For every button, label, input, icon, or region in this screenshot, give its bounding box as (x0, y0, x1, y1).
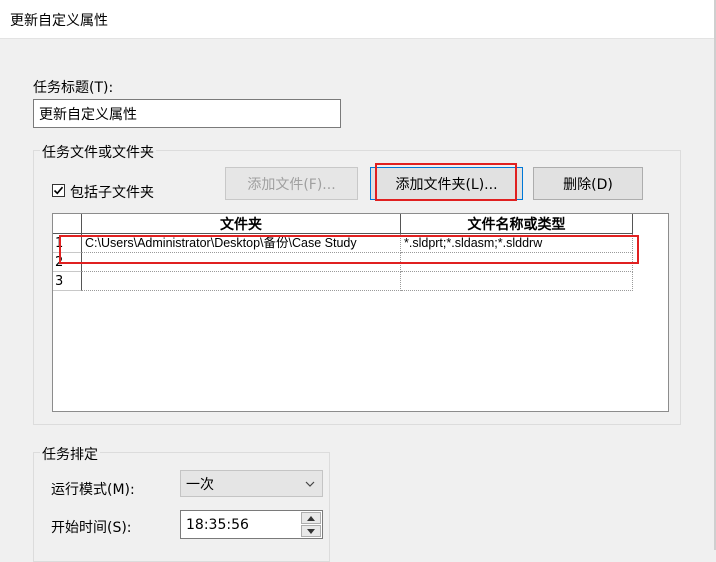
run-mode-label: 运行模式(M): (51, 482, 135, 498)
table-corner-header (53, 214, 82, 234)
spin-up-button[interactable] (301, 512, 321, 524)
column-header-folder[interactable]: 文件夹 (82, 214, 401, 234)
spin-up-icon (307, 515, 315, 521)
task-title-input[interactable]: 更新自定义属性 (33, 99, 341, 128)
start-time-picker[interactable]: 18:35:56 (180, 510, 323, 539)
start-time-label: 开始时间(S): (51, 520, 132, 536)
run-mode-value: 一次 (186, 476, 214, 493)
pattern-cell[interactable] (401, 272, 633, 291)
column-header-pattern[interactable]: 文件名称或类型 (401, 214, 633, 234)
folder-cell[interactable] (82, 272, 401, 291)
files-table[interactable]: 文件夹 文件名称或类型 1 C:\Users\Administrator\Des… (52, 213, 669, 412)
delete-button[interactable]: 删除(D) (533, 167, 643, 200)
spin-down-icon (307, 528, 315, 534)
add-file-button[interactable]: 添加文件(F)... (225, 167, 358, 200)
checkmark-icon (53, 186, 64, 195)
start-time-value: 18:35:56 (186, 516, 249, 533)
time-spin-buttons (301, 512, 321, 537)
window-title: 更新自定义属性 (10, 13, 108, 29)
schedule-group-title: 任务排定 (40, 444, 100, 464)
folder-cell[interactable]: C:\Users\Administrator\Desktop\备份\Case S… (82, 234, 401, 253)
task-title-value: 更新自定义属性 (39, 106, 137, 123)
run-mode-dropdown[interactable]: 一次 (180, 470, 323, 497)
include-subfolders-label[interactable]: 包括子文件夹 (70, 182, 154, 202)
task-title-label: 任务标题(T): (33, 80, 114, 96)
add-folder-button[interactable]: 添加文件夹(L)... (370, 167, 523, 200)
files-group-title: 任务文件或文件夹 (40, 142, 156, 162)
include-subfolders-checkbox[interactable] (52, 184, 65, 197)
pattern-cell[interactable]: *.sldprt;*.sldasm;*.slddrw (401, 234, 633, 253)
schedule-groupbox (33, 452, 330, 562)
folder-cell[interactable] (82, 253, 401, 272)
chevron-down-icon (305, 481, 315, 487)
row-number[interactable]: 2 (53, 253, 82, 272)
spin-down-button[interactable] (301, 525, 321, 537)
title-bar: 更新自定义属性 (0, 0, 716, 39)
row-number[interactable]: 1 (53, 234, 82, 253)
row-number[interactable]: 3 (53, 272, 82, 291)
pattern-cell[interactable] (401, 253, 633, 272)
